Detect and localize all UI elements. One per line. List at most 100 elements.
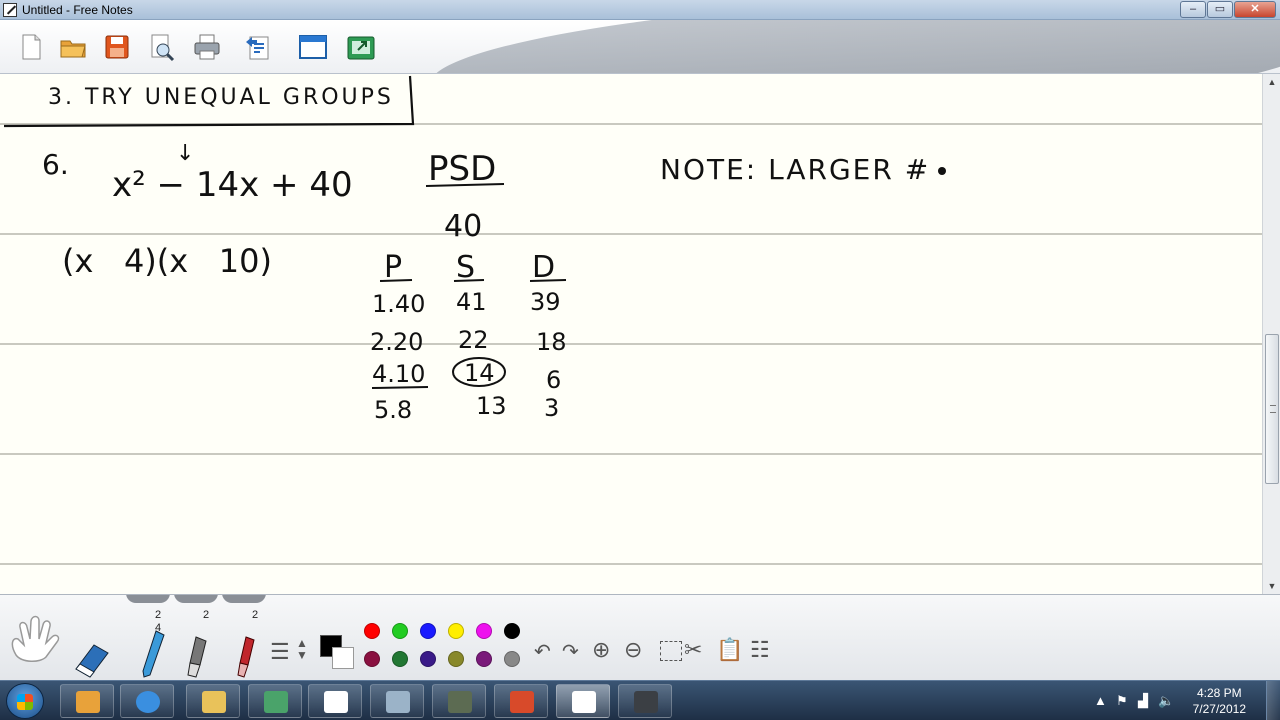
color-swatch[interactable] (476, 623, 492, 639)
table-cell: 1.40 (372, 290, 425, 318)
minimize-button[interactable]: ‒ (1180, 1, 1206, 18)
paste-icon[interactable]: 📋 (716, 637, 743, 663)
quadratic-expression: x² − 14x + 40 (112, 165, 353, 205)
pen-tab[interactable] (222, 595, 266, 603)
window-title: Untitled - Free Notes (22, 3, 133, 17)
scroll-down-arrow[interactable]: ▼ (1263, 578, 1280, 594)
spinner-arrows-icon[interactable]: ▲ ▼ (296, 637, 308, 661)
color-swatch[interactable] (392, 651, 408, 667)
color-swatch[interactable] (448, 651, 464, 667)
color-swatch[interactable] (392, 623, 408, 639)
windows-logo-icon (17, 694, 33, 710)
toolbar-decoration (427, 20, 1280, 73)
notes-icon (324, 691, 348, 713)
taskbar-presentation[interactable] (494, 684, 548, 718)
select-rectangle-icon[interactable] (660, 641, 682, 661)
print-preview-icon[interactable] (146, 32, 176, 62)
export-green-icon[interactable] (346, 32, 376, 62)
scroll-up-arrow[interactable]: ▲ (1263, 74, 1280, 90)
color-swatch[interactable] (364, 651, 380, 667)
save-disk-icon[interactable] (102, 32, 132, 62)
table-cell: 13 (476, 392, 507, 420)
table-cell: 14 (464, 359, 495, 387)
clock-time: 4:28 PM (1196, 686, 1242, 700)
clock[interactable]: 4:28 PM 7/27/2012 (1193, 685, 1246, 717)
open-folder-icon[interactable] (58, 32, 88, 62)
volume-icon[interactable]: 🔈 (1158, 693, 1174, 709)
undo-icon[interactable]: ↶ (534, 639, 551, 664)
color-swatch[interactable] (420, 623, 436, 639)
taskbar-browser[interactable] (120, 684, 174, 718)
media-player-icon (76, 691, 100, 713)
note-text: NOTE: LARGER # (660, 153, 930, 186)
close-button[interactable]: ✕ (1234, 1, 1276, 18)
table-cell: 39 (530, 288, 561, 316)
taskbar-media-player[interactable] (60, 684, 114, 718)
pen-tab[interactable] (126, 595, 170, 603)
zoom-out-icon[interactable]: ⊖ (624, 637, 642, 663)
signal-icon[interactable]: ▟ (1138, 693, 1148, 709)
taskbar-explorer[interactable] (186, 684, 240, 718)
taskbar-notes[interactable] (308, 684, 362, 718)
taskbar: ▲ ⚑ ▟ 🔈 4:28 PM 7/27/2012 (0, 680, 1280, 720)
insert-space-icon[interactable]: ☷ (750, 637, 770, 663)
hand-pan-icon[interactable] (6, 615, 62, 665)
table-cell: 41 (456, 288, 487, 316)
table-cell: 18 (536, 328, 567, 356)
table-cell: 2.20 (370, 328, 423, 356)
header-underline (453, 279, 485, 282)
start-button[interactable] (6, 683, 44, 719)
taskbar-app[interactable] (248, 684, 302, 718)
vertical-scrollbar[interactable]: ▲ ▼ (1262, 74, 1280, 594)
show-hidden-icons-icon[interactable]: ▲ (1094, 693, 1107, 708)
pen-size-label: 2 (155, 609, 162, 621)
app-icon (3, 3, 17, 17)
line-style-icon[interactable]: ☰ (270, 639, 290, 665)
taskbar-recorder[interactable] (432, 684, 486, 718)
psd-value: 40 (444, 209, 482, 244)
printer-icon[interactable] (192, 32, 222, 62)
app-icon (264, 691, 288, 713)
row-underline (371, 386, 429, 389)
recorder-icon (448, 691, 472, 713)
zoom-in-icon[interactable]: ⊕ (592, 637, 610, 663)
maximize-button[interactable]: ▭ (1207, 1, 1233, 18)
taskbar-tools[interactable] (370, 684, 424, 718)
capture-icon (634, 691, 658, 713)
color-swatch[interactable] (504, 651, 520, 667)
notes-canvas[interactable]: 3. TRY UNEQUAL GROUPS 6. ↓ x² − 14x + 40… (0, 74, 1262, 594)
table-cell: 5.8 (374, 396, 412, 424)
browser-icon (136, 691, 160, 713)
pencil-icon[interactable] (138, 629, 168, 679)
color-swatch[interactable] (364, 623, 380, 639)
tools-icon (386, 691, 410, 713)
marker-icon[interactable] (182, 635, 212, 679)
taskbar-capture[interactable] (618, 684, 672, 718)
taskbar-free-notes[interactable] (556, 684, 610, 718)
show-desktop-button[interactable] (1266, 681, 1280, 720)
color-swatch[interactable] (420, 651, 436, 667)
network-icon[interactable]: ⚑ (1116, 693, 1128, 709)
header-underline (529, 279, 567, 282)
heading-text: 3. TRY UNEQUAL GROUPS (48, 85, 394, 110)
background-color-swatch[interactable] (332, 647, 354, 669)
color-swatch[interactable] (504, 623, 520, 639)
redo-icon[interactable]: ↷ (562, 639, 579, 664)
highlighter-icon[interactable] (230, 635, 260, 679)
new-document-icon[interactable] (16, 32, 46, 62)
table-cell: 22 (458, 326, 489, 354)
window-icon[interactable] (298, 32, 328, 62)
import-icon[interactable] (244, 32, 274, 62)
color-swatch[interactable] (476, 651, 492, 667)
scissors-icon[interactable]: ✂ (684, 637, 702, 663)
pen-tray: 2 4 2 2 ☰ ▲ ▼ ↶ ↷ ⊕ ⊖ ✂ 📋 ☷ (0, 594, 1280, 680)
color-swatch[interactable] (448, 623, 464, 639)
presentation-icon (510, 691, 534, 713)
scroll-thumb[interactable] (1265, 334, 1279, 484)
pen-size-label: 2 (203, 609, 210, 621)
pen-tab[interactable] (174, 595, 218, 603)
problem-number: 6. (42, 148, 69, 181)
eraser-icon[interactable] (72, 639, 112, 679)
table-cell: 3 (544, 394, 559, 422)
psd-heading: PSD (428, 149, 496, 189)
